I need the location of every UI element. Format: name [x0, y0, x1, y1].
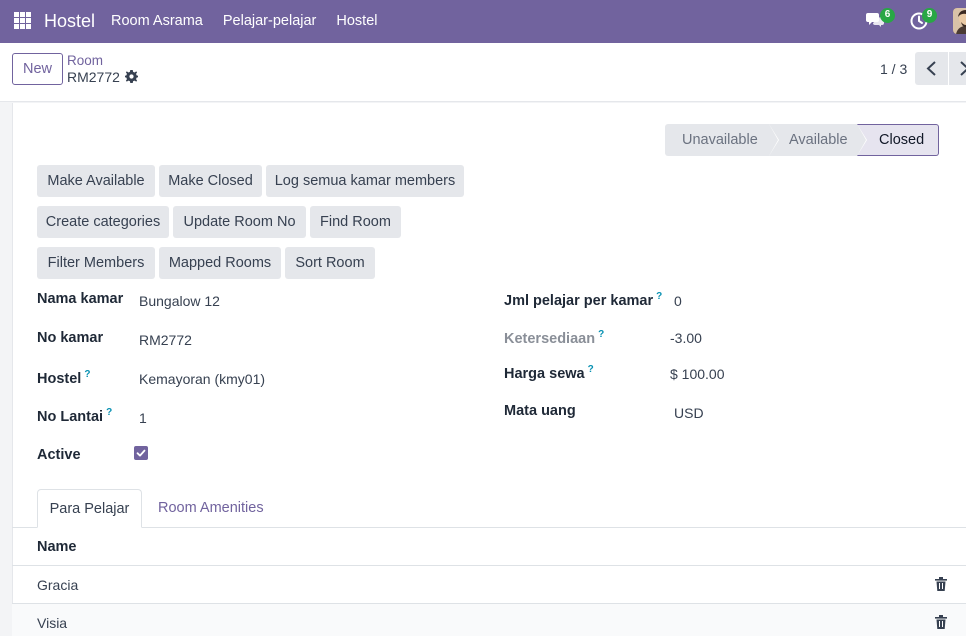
- trash-icon[interactable]: [935, 615, 947, 629]
- create-categories-button[interactable]: Create categories: [37, 206, 169, 238]
- cell-name: Gracia: [37, 577, 79, 593]
- chat-count-badge: 6: [880, 8, 895, 23]
- field-label-no-lantai: No Lantai?: [37, 407, 113, 425]
- log-members-button[interactable]: Log semua kamar members: [266, 165, 464, 197]
- nav-item-room-asrama[interactable]: Room Asrama: [111, 13, 203, 29]
- tab-room-amenities[interactable]: Room Amenities: [158, 500, 264, 516]
- make-available-button[interactable]: Make Available: [37, 165, 155, 197]
- pager-previous-button[interactable]: [915, 52, 948, 85]
- field-label-nama-kamar: Nama kamar: [37, 291, 124, 307]
- field-value-jml-pelajar: 0: [674, 293, 682, 309]
- field-value-no-lantai[interactable]: 1: [139, 410, 147, 426]
- table-header-name[interactable]: Name: [37, 539, 77, 555]
- new-button[interactable]: New: [12, 53, 63, 85]
- field-value-hostel[interactable]: Kemayoran (kmy01): [139, 371, 265, 387]
- trash-icon[interactable]: [935, 577, 947, 591]
- make-closed-button[interactable]: Make Closed: [159, 165, 262, 197]
- field-label-mata-uang: Mata uang: [504, 403, 576, 419]
- help-tooltip-icon[interactable]: ?: [656, 291, 662, 302]
- field-value-no-kamar[interactable]: RM2772: [139, 332, 192, 348]
- pager-counter[interactable]: 1 / 3: [880, 61, 907, 77]
- pager-next-button[interactable]: [949, 52, 966, 85]
- sort-room-button[interactable]: Sort Room: [285, 247, 375, 279]
- mapped-rooms-button[interactable]: Mapped Rooms: [159, 247, 281, 279]
- status-step-closed[interactable]: Closed: [857, 124, 939, 156]
- field-label-active: Active: [37, 447, 81, 463]
- filter-members-button[interactable]: Filter Members: [37, 247, 155, 279]
- nav-menu: Room Asrama Pelajar-pelajar Hostel: [111, 13, 397, 29]
- nav-item-hostel[interactable]: Hostel: [336, 13, 377, 29]
- status-step-label: Closed: [879, 132, 925, 148]
- field-value-mata-uang[interactable]: USD: [674, 405, 704, 421]
- app-brand[interactable]: Hostel: [44, 11, 95, 32]
- checkmark-icon: [136, 449, 146, 457]
- tabs-divider: [12, 527, 966, 528]
- table-row[interactable]: Visia: [12, 604, 966, 636]
- update-room-no-button[interactable]: Update Room No: [173, 206, 306, 238]
- field-value-ketersediaan: -3.00: [670, 330, 702, 346]
- status-bar: Unavailable Available Closed: [665, 124, 939, 156]
- field-label-ketersediaan: Ketersediaan?: [504, 329, 605, 347]
- field-value-nama-kamar[interactable]: Bungalow 12: [139, 293, 220, 309]
- status-step-label: Unavailable: [682, 132, 758, 148]
- find-room-button[interactable]: Find Room: [310, 206, 401, 238]
- apps-grid-icon[interactable]: [14, 12, 31, 29]
- chevron-right-icon: [960, 61, 966, 76]
- help-tooltip-icon[interactable]: ?: [106, 407, 112, 418]
- field-label-no-kamar: No kamar: [37, 330, 104, 346]
- breadcrumb-current-record: RM2772: [67, 69, 120, 85]
- help-tooltip-icon[interactable]: ?: [598, 329, 604, 340]
- field-label-hostel: Hostel?: [37, 369, 91, 387]
- status-step-available[interactable]: Available: [769, 124, 867, 156]
- cell-name: Visia: [37, 615, 68, 631]
- gear-icon[interactable]: [125, 70, 138, 83]
- field-label-jml-pelajar: Jml pelajar per kamar?: [504, 291, 663, 309]
- breadcrumb-room-link[interactable]: Room: [67, 53, 103, 68]
- chevron-left-icon: [926, 61, 936, 76]
- tab-para-pelajar[interactable]: Para Pelajar: [37, 489, 142, 528]
- top-navbar: Hostel Room Asrama Pelajar-pelajar Hoste…: [0, 0, 966, 43]
- table-row[interactable]: Gracia: [12, 566, 966, 603]
- form-sheet: [12, 103, 966, 636]
- help-tooltip-icon[interactable]: ?: [588, 364, 594, 375]
- activity-count-badge: 9: [922, 8, 937, 23]
- user-avatar[interactable]: [953, 8, 966, 34]
- field-label-harga-sewa: Harga sewa?: [504, 364, 594, 382]
- nav-item-pelajar[interactable]: Pelajar-pelajar: [223, 13, 317, 29]
- field-value-harga-sewa[interactable]: $ 100.00: [670, 366, 725, 382]
- help-tooltip-icon[interactable]: ?: [84, 369, 90, 380]
- control-panel: New Room RM2772 1 / 3: [0, 43, 966, 102]
- status-step-label: Available: [789, 132, 848, 148]
- active-checkbox[interactable]: [134, 446, 148, 460]
- status-step-unavailable[interactable]: Unavailable: [665, 124, 779, 156]
